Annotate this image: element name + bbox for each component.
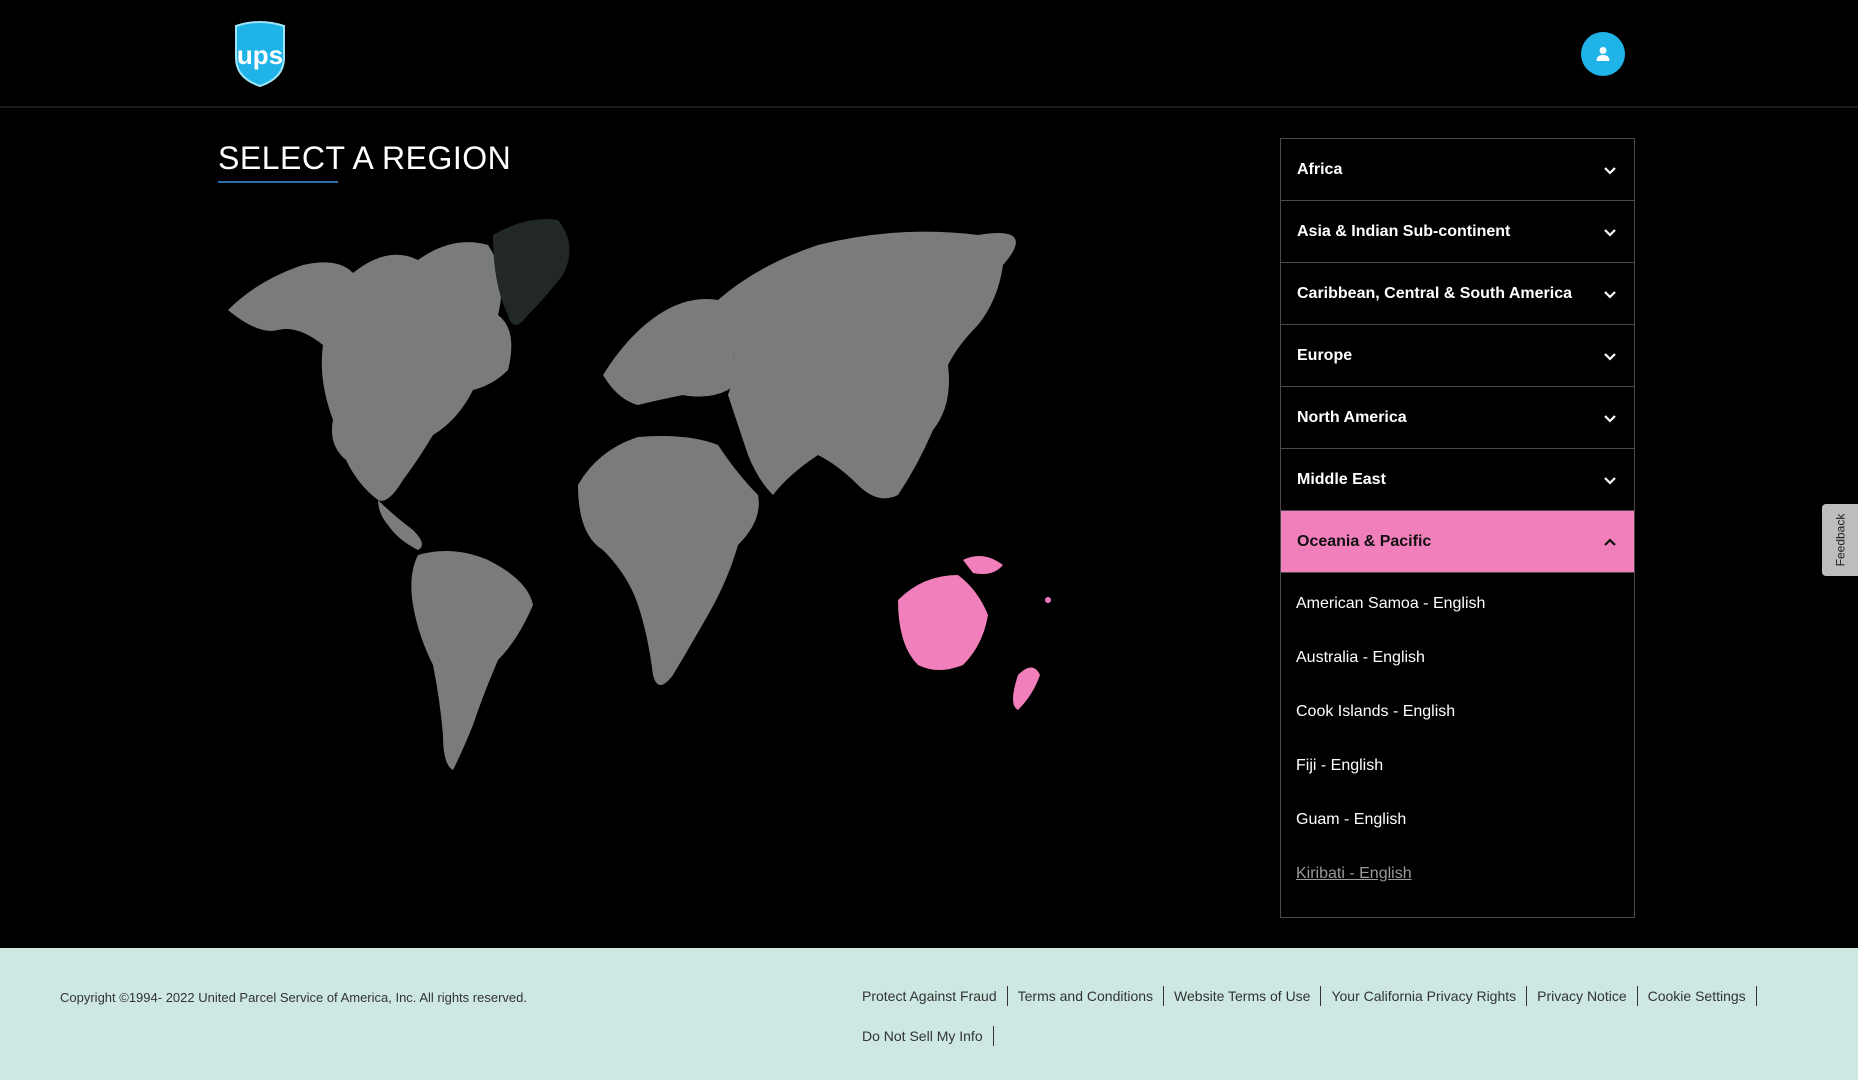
map-region-new-zealand[interactable] bbox=[1013, 667, 1040, 711]
map-region-central-america[interactable] bbox=[378, 500, 422, 550]
country-link[interactable]: Fiji - English bbox=[1281, 739, 1634, 793]
top-navigation-bar: ups bbox=[0, 0, 1858, 108]
chevron-down-icon bbox=[1604, 166, 1616, 175]
footer-links: Protect Against Fraud Terms and Condition… bbox=[862, 986, 1792, 1046]
region-label: North America bbox=[1297, 408, 1407, 426]
region-item[interactable]: Middle East bbox=[1281, 449, 1634, 511]
user-icon bbox=[1596, 47, 1610, 61]
ups-shield-icon: ups bbox=[235, 21, 285, 88]
map-region-greenland[interactable] bbox=[493, 219, 570, 325]
region-item[interactable]: Asia & Indian Sub-continent bbox=[1281, 201, 1634, 263]
footer-link[interactable]: Privacy Notice bbox=[1527, 986, 1638, 1006]
region-item[interactable]: North America bbox=[1281, 387, 1634, 449]
footer-link[interactable]: Do Not Sell My Info bbox=[862, 1026, 994, 1046]
user-account-button[interactable] bbox=[1581, 32, 1625, 76]
chevron-up-icon bbox=[1604, 537, 1616, 546]
chevron-down-icon bbox=[1604, 476, 1616, 485]
map-region-australia[interactable] bbox=[898, 575, 988, 670]
country-link[interactable]: Kiribati - English bbox=[1281, 847, 1634, 901]
region-label: Caribbean, Central & South America bbox=[1297, 284, 1573, 302]
footer-link[interactable]: Cookie Settings bbox=[1638, 986, 1757, 1006]
country-list: American Samoa - English Australia - Engl… bbox=[1281, 573, 1634, 901]
region-label: Oceania & Pacific bbox=[1297, 532, 1432, 550]
region-label: Africa bbox=[1297, 160, 1343, 178]
region-label: Europe bbox=[1297, 346, 1353, 364]
page-footer: Copyright ©1994- 2022 United Parcel Serv… bbox=[0, 948, 1858, 1080]
title-underline bbox=[218, 181, 338, 183]
map-region-papua-new-guinea[interactable] bbox=[963, 556, 1003, 574]
feedback-label: Feedback bbox=[1833, 513, 1848, 567]
map-region-south-america[interactable] bbox=[411, 551, 533, 770]
map-region-north-america[interactable] bbox=[228, 242, 512, 501]
chevron-down-icon bbox=[1604, 414, 1616, 423]
map-region-pacific-islands[interactable] bbox=[1045, 597, 1051, 603]
region-item[interactable]: Caribbean, Central & South America bbox=[1281, 263, 1634, 325]
map-region-asia[interactable] bbox=[718, 231, 1016, 499]
feedback-tab[interactable]: Feedback bbox=[1822, 504, 1858, 576]
map-region-europe[interactable] bbox=[603, 299, 740, 405]
chevron-down-icon bbox=[1604, 290, 1616, 299]
country-link[interactable]: American Samoa - English bbox=[1281, 577, 1634, 631]
footer-link[interactable]: Protect Against Fraud bbox=[862, 986, 1008, 1006]
region-accordion: Africa Asia & Indian Sub-continent Caribbe… bbox=[1280, 138, 1635, 918]
region-item[interactable]: Europe bbox=[1281, 325, 1634, 387]
region-label: Asia & Indian Sub-continent bbox=[1297, 222, 1511, 240]
chevron-down-icon bbox=[1604, 352, 1616, 361]
world-map[interactable] bbox=[218, 205, 1278, 785]
map-region-africa[interactable] bbox=[578, 436, 759, 685]
region-item[interactable]: Oceania & Pacific bbox=[1281, 511, 1634, 573]
footer-link[interactable]: Website Terms of Use bbox=[1164, 986, 1322, 1006]
region-item[interactable]: Africa bbox=[1281, 139, 1634, 201]
copyright-text: Copyright ©1994- 2022 United Parcel Serv… bbox=[60, 990, 527, 1005]
country-link[interactable]: Cook Islands - English bbox=[1281, 685, 1634, 739]
ups-logo[interactable]: ups bbox=[230, 20, 290, 88]
page-title: SELECT A REGION bbox=[218, 140, 512, 176]
ups-logo-text: ups bbox=[237, 40, 283, 70]
region-label: Middle East bbox=[1297, 470, 1386, 488]
chevron-down-icon bbox=[1604, 228, 1616, 237]
country-link[interactable]: Australia - English bbox=[1281, 631, 1634, 685]
country-link[interactable]: Guam - English bbox=[1281, 793, 1634, 847]
footer-link[interactable]: Terms and Conditions bbox=[1008, 986, 1165, 1006]
footer-link[interactable]: Your California Privacy Rights bbox=[1321, 986, 1528, 1006]
